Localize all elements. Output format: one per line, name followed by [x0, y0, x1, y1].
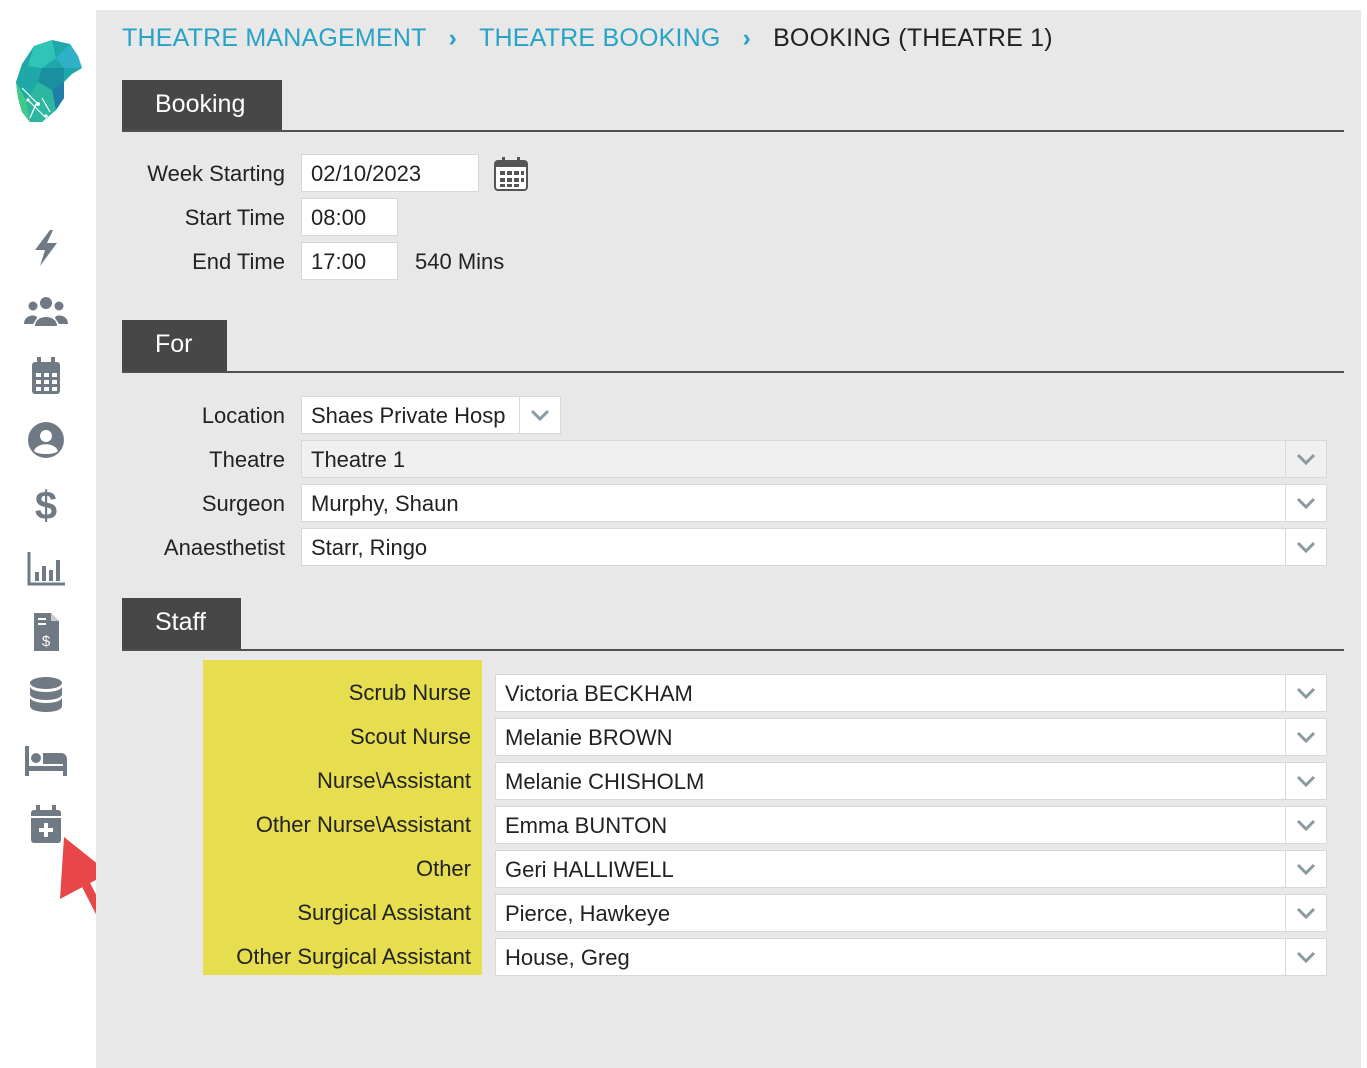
scrub-nurse-label: Scrub Nurse — [348, 680, 471, 705]
bed-icon[interactable] — [20, 738, 72, 782]
section-header-staff: Staff — [122, 598, 241, 650]
section-header-for: For — [122, 320, 227, 372]
svg-text:$: $ — [42, 633, 51, 650]
end-time-input[interactable]: 17:00 — [301, 242, 398, 280]
sidebar: $ $ — [0, 0, 175, 1068]
chevron-down-icon[interactable] — [1285, 529, 1326, 565]
dog-logo-icon — [16, 40, 82, 122]
duration-text: 540 Mins — [415, 249, 505, 274]
start-time-input[interactable]: 08:00 — [301, 198, 398, 236]
breadcrumb-theatre-management[interactable]: THEATRE MANAGEMENT — [122, 24, 427, 52]
section-header-booking: Booking — [122, 80, 282, 132]
breadcrumb-current: BOOKING (THEATRE 1) — [773, 24, 1053, 52]
section-divider — [122, 130, 1344, 132]
chevron-down-icon[interactable] — [1285, 441, 1326, 477]
surgeon-select[interactable]: Murphy, Shaun — [301, 484, 1327, 522]
chevron-down-icon[interactable] — [1285, 719, 1326, 755]
location-label: Location — [201, 403, 285, 428]
bar-chart-icon[interactable] — [20, 546, 72, 590]
scout-nurse-label: Scout Nurse — [349, 724, 471, 749]
date-picker-icon[interactable] — [493, 156, 529, 192]
surgeon-label: Surgeon — [201, 491, 285, 516]
nurse-assistant-label: Nurse\Assistant — [316, 768, 471, 793]
theatre-select[interactable]: Theatre 1 — [301, 440, 1327, 478]
nurse-assistant-select[interactable]: Melanie CHISHOLM — [495, 762, 1327, 800]
chevron-down-icon[interactable] — [1285, 807, 1326, 843]
theatre-label: Theatre — [209, 447, 285, 472]
calendar-icon[interactable] — [20, 354, 72, 398]
surgical-assistant-select[interactable]: Pierce, Hawkeye — [495, 894, 1327, 932]
section-divider — [122, 649, 1344, 651]
scrub-nurse-value: Victoria BECKHAM — [505, 681, 693, 706]
main-content: THEATRE MANAGEMENT › THEATRE BOOKING › BOOKI… — [96, 10, 1361, 1068]
other-label: Other — [415, 856, 471, 881]
other-surgical-assistant-label: Other Surgical Assistant — [236, 944, 471, 969]
theatre-value: Theatre 1 — [311, 447, 406, 472]
week-starting-label: Week Starting — [147, 161, 285, 186]
user-circle-icon[interactable] — [20, 418, 72, 462]
chevron-down-icon[interactable] — [1285, 763, 1326, 799]
lightning-icon[interactable] — [20, 226, 72, 270]
scout-nurse-value: Melanie BROWN — [505, 725, 673, 750]
scout-nurse-select[interactable]: Melanie BROWN — [495, 718, 1327, 756]
section-divider — [122, 371, 1344, 373]
users-icon[interactable] — [20, 290, 72, 334]
other-surgical-assistant-value: House, Greg — [505, 945, 630, 970]
week-starting-input[interactable]: 02/10/2023 — [301, 154, 479, 192]
other-value: Geri HALLIWELL — [505, 857, 674, 882]
chevron-down-icon[interactable] — [1285, 675, 1326, 711]
start-time-label: Start Time — [184, 205, 285, 230]
other-nurse-assistant-select[interactable]: Emma BUNTON — [495, 806, 1327, 844]
scrub-nurse-select[interactable]: Victoria BECKHAM — [495, 674, 1327, 712]
breadcrumb: THEATRE MANAGEMENT › THEATRE BOOKING › BOOKI… — [122, 24, 1053, 53]
calendar-plus-icon[interactable] — [20, 802, 72, 846]
anaesthetist-value: Starr, Ringo — [311, 535, 428, 560]
anaesthetist-select[interactable]: Starr, Ringo — [301, 528, 1327, 566]
nurse-assistant-value: Melanie CHISHOLM — [505, 769, 705, 794]
chevron-down-icon[interactable] — [519, 397, 560, 433]
location-value: Shaes Private Hosp — [311, 403, 506, 428]
other-select[interactable]: Geri HALLIWELL — [495, 850, 1327, 888]
anaesthetist-label: Anaesthetist — [163, 535, 285, 560]
other-surgical-assistant-select[interactable]: House, Greg — [495, 938, 1327, 976]
chevron-down-icon[interactable] — [1285, 895, 1326, 931]
dollar-icon[interactable]: $ — [20, 482, 72, 526]
svg-text:$: $ — [35, 484, 57, 524]
surgeon-value: Murphy, Shaun — [311, 491, 459, 516]
surgical-assistant-label: Surgical Assistant — [297, 900, 471, 925]
breadcrumb-theatre-booking[interactable]: THEATRE BOOKING — [479, 24, 720, 52]
database-icon[interactable] — [20, 674, 72, 718]
chevron-down-icon[interactable] — [1285, 851, 1326, 887]
other-nurse-assistant-value: Emma BUNTON — [505, 813, 668, 838]
chevron-down-icon[interactable] — [1285, 939, 1326, 975]
breadcrumb-separator: › — [448, 24, 458, 52]
surgical-assistant-value: Pierce, Hawkeye — [505, 901, 671, 926]
location-select[interactable]: Shaes Private Hosp — [301, 396, 561, 434]
chevron-down-icon[interactable] — [1285, 485, 1326, 521]
other-nurse-assistant-label: Other Nurse\Assistant — [255, 812, 471, 837]
invoice-icon[interactable]: $ — [20, 610, 72, 654]
end-time-label: End Time — [192, 249, 285, 274]
breadcrumb-separator: › — [742, 24, 752, 52]
